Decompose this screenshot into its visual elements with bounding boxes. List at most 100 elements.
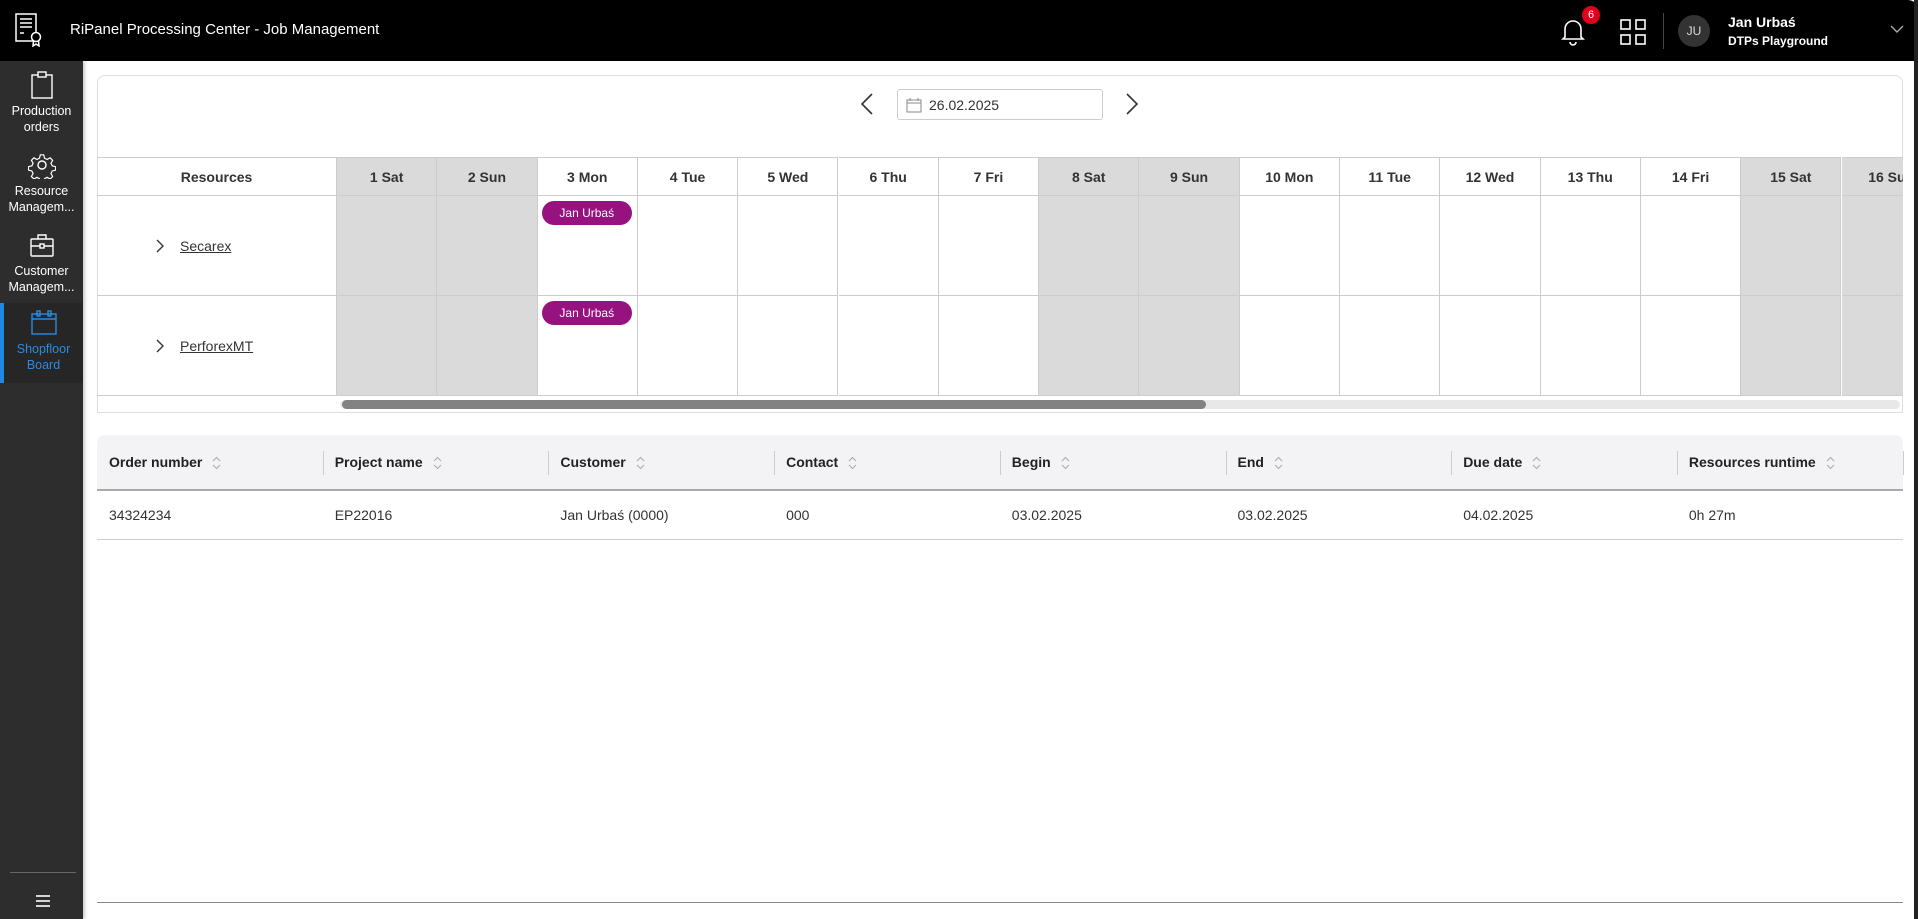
day-cell[interactable] bbox=[1039, 296, 1140, 396]
day-cell[interactable] bbox=[437, 296, 538, 396]
day-header: 13 Thu bbox=[1540, 157, 1641, 196]
hamburger-menu-icon[interactable] bbox=[36, 895, 50, 907]
job-event[interactable]: Jan Urbaś bbox=[541, 301, 632, 325]
day-cell[interactable] bbox=[938, 196, 1040, 296]
chevron-right-icon[interactable] bbox=[155, 238, 165, 254]
column-divider bbox=[774, 451, 776, 475]
day-cell[interactable] bbox=[838, 196, 939, 296]
row-divider bbox=[97, 539, 1903, 540]
sort-icon[interactable] bbox=[433, 456, 442, 470]
table-cell[interactable]: 04.02.2025 bbox=[1463, 491, 1533, 539]
table-cell[interactable]: 000 bbox=[786, 491, 809, 539]
day-cell[interactable] bbox=[1540, 296, 1641, 396]
day-cell[interactable] bbox=[1841, 296, 1903, 396]
next-date-button[interactable] bbox=[1124, 92, 1140, 116]
chevron-down-icon[interactable] bbox=[1890, 24, 1904, 34]
column-header[interactable]: Order number bbox=[109, 435, 221, 489]
resources-header: Resources bbox=[97, 157, 337, 196]
job-event[interactable]: Jan Urbaś bbox=[541, 201, 632, 225]
day-header: 2 Sun bbox=[437, 157, 538, 196]
column-header[interactable]: Customer bbox=[560, 435, 645, 489]
day-cell[interactable] bbox=[938, 296, 1040, 396]
timeline-grid: Resources 1 Sat 2 Sun 3 Mon 4 Tue 5 Wed 6 Thu… bbox=[97, 157, 1903, 396]
day-cell[interactable] bbox=[1741, 296, 1842, 396]
sort-icon[interactable] bbox=[212, 456, 221, 470]
day-header: 11 Tue bbox=[1340, 157, 1441, 196]
day-cell[interactable] bbox=[1841, 196, 1903, 296]
horizontal-scrollbar-thumb[interactable] bbox=[342, 400, 1206, 409]
sort-icon[interactable] bbox=[1061, 456, 1070, 470]
column-header[interactable]: Project name bbox=[335, 435, 442, 489]
sort-icon[interactable] bbox=[1532, 456, 1541, 470]
table-cell[interactable]: 0h 27m bbox=[1689, 491, 1736, 539]
sidebar-item-resource-management[interactable]: Resource Managem... bbox=[0, 145, 83, 223]
day-cell[interactable] bbox=[1239, 296, 1340, 396]
column-header[interactable]: Begin bbox=[1012, 435, 1070, 489]
column-header[interactable]: Resources runtime bbox=[1689, 435, 1835, 489]
day-cell[interactable] bbox=[637, 296, 739, 396]
day-cell[interactable] bbox=[1640, 296, 1742, 396]
column-header-label: Resources runtime bbox=[1688, 454, 1816, 470]
day-cell[interactable] bbox=[738, 296, 839, 396]
column-header[interactable]: End bbox=[1238, 435, 1283, 489]
resource-row-secarex: Secarex bbox=[97, 196, 337, 296]
day-header: 8 Sat bbox=[1039, 157, 1140, 196]
app-grid-icon[interactable] bbox=[1620, 19, 1646, 45]
organization-name[interactable]: DTPs Playground bbox=[1728, 34, 1828, 48]
table-cell[interactable]: 03.02.2025 bbox=[1012, 491, 1082, 539]
day-cell[interactable] bbox=[1540, 196, 1641, 296]
day-header: 15 Sat bbox=[1741, 157, 1842, 196]
certificate-logo-icon bbox=[15, 13, 42, 47]
day-cell[interactable] bbox=[1139, 196, 1240, 296]
day-header: 12 Wed bbox=[1440, 157, 1541, 196]
sort-icon[interactable] bbox=[1826, 456, 1835, 470]
column-header[interactable]: Due date bbox=[1463, 435, 1541, 489]
day-cell[interactable] bbox=[437, 196, 538, 296]
sort-icon[interactable] bbox=[848, 456, 857, 470]
notification-bell-icon[interactable] bbox=[1560, 16, 1586, 46]
day-cell[interactable] bbox=[1440, 296, 1541, 396]
sort-icon[interactable] bbox=[1274, 456, 1283, 470]
day-header: 10 Mon bbox=[1239, 157, 1340, 196]
column-header[interactable]: Contact bbox=[786, 435, 857, 489]
column-divider bbox=[1676, 451, 1678, 475]
day-cell[interactable] bbox=[1440, 196, 1541, 296]
sidebar: Production orders Resource Managem... Cu… bbox=[0, 61, 83, 919]
table-cell[interactable]: EP22016 bbox=[335, 491, 393, 539]
user-avatar[interactable]: JU bbox=[1678, 15, 1710, 47]
calendar-icon bbox=[30, 310, 57, 335]
sidebar-item-production-orders[interactable]: Production orders bbox=[0, 65, 83, 143]
day-cell[interactable] bbox=[1340, 296, 1441, 396]
column-header-label: Order number bbox=[109, 454, 203, 470]
sort-icon[interactable] bbox=[636, 456, 645, 470]
day-cell[interactable] bbox=[337, 296, 438, 396]
day-cell[interactable] bbox=[738, 196, 839, 296]
table-cell[interactable]: 03.02.2025 bbox=[1238, 491, 1308, 539]
user-name[interactable]: Jan Urbaś bbox=[1728, 14, 1796, 30]
day-header: 6 Thu bbox=[838, 157, 939, 196]
sidebar-item-customer-management[interactable]: Customer Managem... bbox=[0, 225, 83, 303]
resource-link[interactable]: Secarex bbox=[180, 238, 231, 254]
day-cell[interactable] bbox=[1640, 196, 1742, 296]
day-cell[interactable] bbox=[1139, 296, 1240, 396]
table-cell[interactable]: 34324234 bbox=[109, 491, 171, 539]
column-header-label: Due date bbox=[1463, 454, 1523, 470]
table-cell[interactable]: Jan Urbaś (0000) bbox=[560, 491, 668, 539]
date-value: 26.02.2025 bbox=[929, 97, 1000, 113]
resource-row-perforexmt: PerforexMT bbox=[97, 296, 337, 396]
previous-date-button[interactable] bbox=[859, 92, 875, 116]
resource-link[interactable]: PerforexMT bbox=[180, 338, 253, 354]
day-cell[interactable] bbox=[1741, 196, 1842, 296]
day-cell[interactable] bbox=[1239, 196, 1340, 296]
sidebar-item-shopfloor-board[interactable]: Shopfloor Board bbox=[0, 303, 83, 383]
app-title: RiPanel Processing Center - Job Manageme… bbox=[70, 21, 380, 38]
day-cell[interactable] bbox=[337, 196, 438, 296]
date-picker-input[interactable]: 26.02.2025 bbox=[897, 89, 1103, 120]
day-cell[interactable] bbox=[838, 296, 939, 396]
day-cell[interactable] bbox=[1340, 196, 1441, 296]
top-bar: RiPanel Processing Center - Job Manageme… bbox=[0, 0, 1918, 61]
sidebar-item-label: Resource Managem... bbox=[8, 184, 75, 214]
day-cell[interactable] bbox=[637, 196, 739, 296]
chevron-right-icon[interactable] bbox=[155, 338, 165, 354]
day-cell[interactable] bbox=[1039, 196, 1140, 296]
